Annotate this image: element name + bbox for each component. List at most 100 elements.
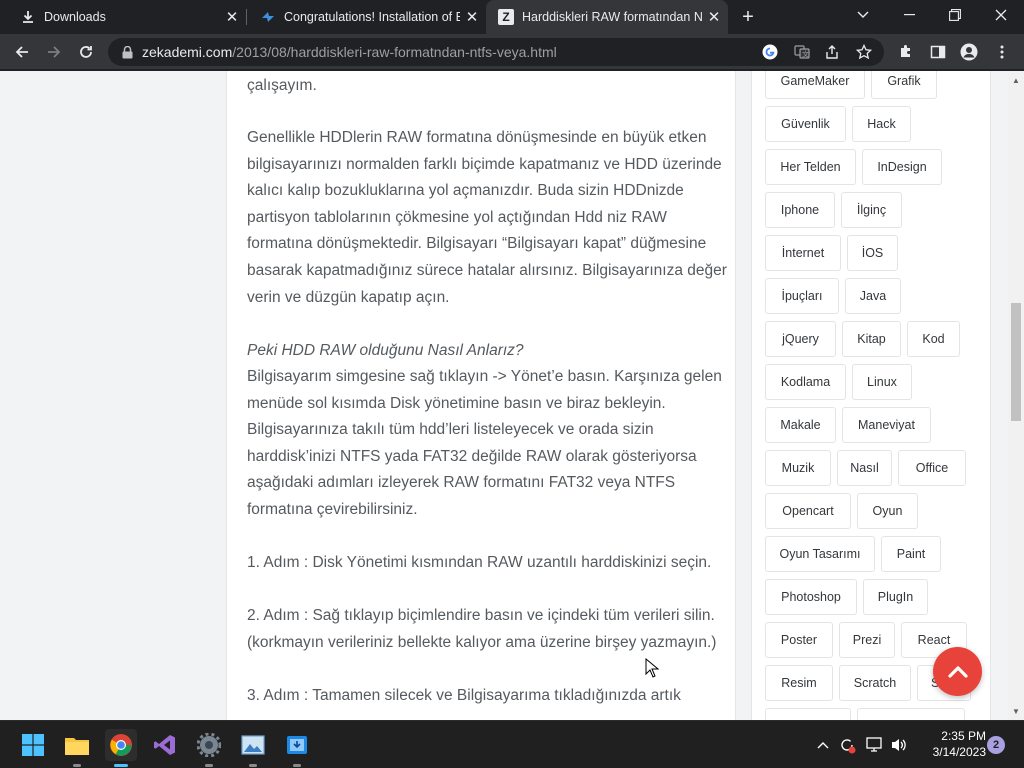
taskbar-installer[interactable] [281, 729, 313, 767]
tag-link[interactable]: Muzik [765, 450, 831, 486]
tag-link[interactable]: Her Telden [765, 149, 856, 185]
tag-link[interactable]: Nasıl [837, 450, 892, 486]
tag-link[interactable]: İpuçları [765, 278, 839, 314]
tab-strip: Downloads ✕ Congratulations! Installatio… [0, 0, 1024, 34]
tag-link[interactable]: Prezi [839, 622, 895, 658]
share-icon[interactable] [822, 42, 842, 62]
tab-downloads[interactable]: Downloads ✕ [0, 0, 246, 34]
tag-link[interactable]: Iphone [765, 192, 835, 228]
folder-icon [65, 738, 89, 755]
tag-link[interactable]: Oyun [857, 493, 918, 529]
close-window-button[interactable] [978, 0, 1024, 30]
tag-link-partial[interactable] [857, 708, 965, 720]
minimize-button[interactable] [886, 0, 932, 30]
article-paragraph-1: Genellikle HDDlerin RAW formatına dönüşm… [247, 129, 727, 306]
tag-link[interactable]: Paint [881, 536, 941, 572]
tag-link[interactable]: Poster [765, 622, 833, 658]
back-button[interactable] [10, 40, 34, 64]
sync-alert-icon[interactable] [838, 735, 856, 755]
tag-link[interactable]: GameMaker [765, 71, 865, 99]
tag-link[interactable]: Maneviyat [842, 407, 931, 443]
restore-icon [949, 9, 961, 21]
lock-icon[interactable] [120, 45, 134, 59]
active-indicator [114, 764, 128, 767]
tag-link[interactable]: Grafik [871, 71, 937, 99]
tag-link[interactable]: İlginç [841, 192, 902, 228]
reload-button[interactable] [74, 40, 98, 64]
browser-toolbar: zekademi.com/2013/08/harddiskleri-raw-fo… [0, 34, 1024, 70]
taskbar-visual-studio[interactable] [149, 729, 181, 761]
article-paragraph-2: Bilgisayarım simgesine sağ tıklayın -> Y… [247, 368, 722, 518]
running-indicator [73, 764, 81, 767]
tag-link[interactable]: Kod [907, 321, 960, 357]
tag-link[interactable]: Opencart [765, 493, 851, 529]
article-step-3: 3. Adım : Tamamen silecek ve Bilgisayarı… [247, 687, 681, 704]
tag-link[interactable]: InDesign [862, 149, 942, 185]
system-clock[interactable]: 2:35 PM 3/14/2023 [914, 728, 986, 760]
tab-search-button[interactable] [840, 0, 886, 30]
side-panel-button[interactable] [926, 40, 950, 64]
tag-link[interactable]: Linux [852, 364, 912, 400]
tag-link[interactable]: Oyun Tasarımı [765, 536, 875, 572]
photos-icon [241, 735, 265, 755]
tag-link[interactable]: Kodlama [765, 364, 846, 400]
network-icon[interactable] [866, 735, 884, 755]
close-tab-icon[interactable]: ✕ [464, 9, 480, 26]
tag-link[interactable]: Photoshop [765, 579, 857, 615]
url-host: zekademi.com [142, 44, 233, 60]
download-icon [20, 9, 36, 25]
scroll-up-arrow-icon[interactable]: ▲ [1008, 73, 1024, 87]
settings-gear-icon [197, 733, 221, 757]
tag-link[interactable]: Office [898, 450, 966, 486]
tab-eclipse[interactable]: Congratulations! Installation of Eclipse… [240, 0, 486, 34]
taskbar-chrome[interactable] [105, 729, 137, 767]
scroll-down-arrow-icon[interactable]: ▼ [1008, 704, 1024, 718]
forward-button[interactable] [42, 40, 66, 64]
tag-link[interactable]: Güvenlik [765, 106, 846, 142]
page-scrollbar[interactable]: ▲ ▼ [1008, 71, 1024, 720]
close-tab-icon[interactable]: ✕ [706, 9, 722, 26]
article-content: çalışayım. Genellikle HDDlerin RAW forma… [226, 71, 736, 720]
tag-link[interactable]: Resim [765, 665, 833, 701]
article-heading: Peki HDD RAW olduğunu Nasıl Anlarız? [247, 338, 727, 365]
new-tab-button[interactable]: + [737, 6, 759, 28]
chrome-menu-button[interactable] [990, 40, 1014, 64]
show-hidden-icons-chevron-icon[interactable] [814, 735, 832, 755]
tag-link[interactable]: Java [845, 278, 901, 314]
tag-link[interactable]: jQuery [765, 321, 836, 357]
close-tab-icon[interactable]: ✕ [224, 9, 240, 26]
google-icon[interactable] [760, 42, 780, 62]
tag-link-partial[interactable] [765, 708, 851, 720]
tab-zekademi[interactable]: Z Harddiskleri RAW formatından NTFS ✕ [486, 0, 728, 34]
windows-taskbar: 2:35 PM 3/14/2023 2 [0, 720, 1024, 768]
zekademi-favicon: Z [498, 9, 514, 25]
tag-link[interactable]: Hack [852, 106, 911, 142]
taskbar-photos[interactable] [237, 729, 269, 767]
tag-link[interactable]: Makale [765, 407, 836, 443]
tag-link[interactable]: Kitap [842, 321, 901, 357]
bookmark-star-icon[interactable] [854, 42, 874, 62]
notification-badge[interactable]: 2 [987, 736, 1005, 754]
taskbar-settings[interactable] [193, 729, 225, 767]
address-bar[interactable]: zekademi.com/2013/08/harddiskleri-raw-fo… [108, 38, 884, 66]
restore-button[interactable] [932, 0, 978, 30]
tag-link[interactable]: Scratch [839, 665, 911, 701]
article-step-2: 2. Adım : Sağ tıklayıp biçimlendire bası… [247, 607, 717, 651]
translate-icon[interactable]: 文 [792, 42, 812, 62]
article-text-intro: çalışayım. [247, 77, 317, 94]
extensions-button[interactable] [894, 40, 918, 64]
taskbar-file-explorer[interactable] [61, 729, 93, 767]
profile-button[interactable] [957, 40, 981, 64]
side-panel-icon [930, 45, 946, 59]
scroll-to-top-button[interactable] [933, 647, 982, 696]
start-button[interactable] [17, 729, 49, 761]
tag-link[interactable]: İnternet [765, 235, 841, 271]
minimize-icon [903, 14, 915, 16]
close-icon [995, 9, 1007, 21]
tag-link[interactable]: İOS [847, 235, 898, 271]
chevron-down-icon [857, 11, 869, 18]
windows-logo-icon [22, 734, 44, 756]
scrollbar-thumb[interactable] [1011, 303, 1021, 421]
volume-icon[interactable] [890, 735, 908, 755]
tag-link[interactable]: PlugIn [863, 579, 928, 615]
